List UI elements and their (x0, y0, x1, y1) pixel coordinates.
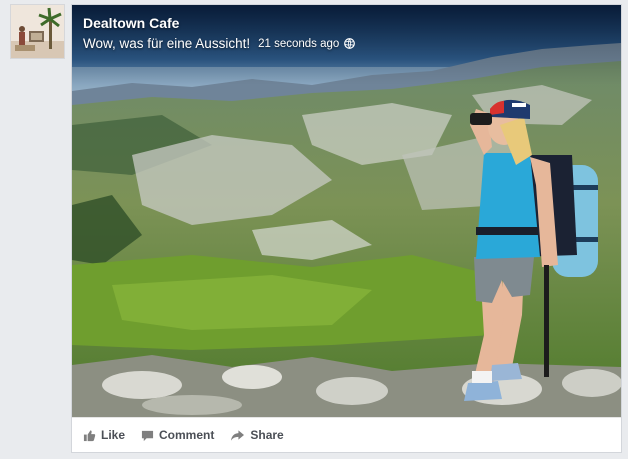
like-label: Like (101, 428, 126, 442)
post-actions-bar: Like Comment Share (72, 417, 621, 452)
share-arrow-icon (231, 429, 245, 441)
page-name-link[interactable]: Dealtown Cafe (83, 15, 179, 31)
speech-bubble-icon (141, 430, 154, 441)
page-avatar[interactable] (10, 4, 65, 59)
share-button[interactable]: Share (230, 428, 284, 442)
globe-icon[interactable] (344, 38, 356, 49)
comment-label: Comment (159, 428, 215, 442)
comment-button[interactable]: Comment (141, 428, 214, 442)
post-text: Wow, was für eine Aussicht! (83, 36, 251, 51)
share-label: Share (250, 428, 284, 442)
post-card: Dealtown Cafe Wow, was für eine Aussicht… (71, 4, 622, 453)
post-text-line: Wow, was für eine Aussicht! 21 seconds a… (83, 36, 356, 51)
avatar-image (11, 5, 64, 58)
like-button[interactable]: Like (83, 428, 125, 442)
thumbs-up-icon (83, 429, 96, 441)
post-timestamp[interactable]: 21 seconds ago (258, 38, 339, 50)
post-photo[interactable]: Dealtown Cafe Wow, was für eine Aussicht… (72, 5, 621, 417)
